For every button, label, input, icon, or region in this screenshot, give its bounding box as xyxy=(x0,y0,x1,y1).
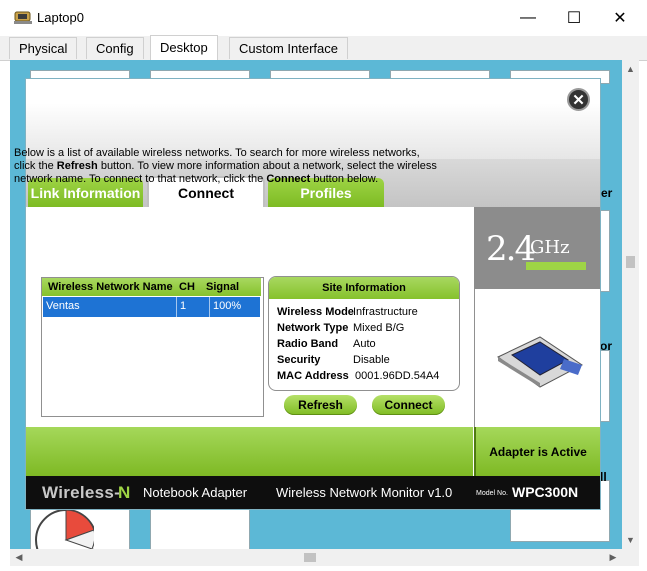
minimize-button[interactable]: — xyxy=(505,0,551,36)
field-label-network-type: Network Type xyxy=(277,322,349,334)
tab-desktop[interactable]: Desktop xyxy=(150,35,218,61)
network-name: Ventas xyxy=(46,300,80,312)
brand-n: N xyxy=(118,483,131,502)
close-icon: ✕ xyxy=(572,91,585,109)
window-title: Laptop0 xyxy=(37,10,84,25)
field-value-mac-address: 0001.96DD.54A4 xyxy=(355,370,440,382)
horizontal-scrollbar[interactable]: ◀ ▶ xyxy=(10,549,622,566)
vertical-scroll-thumb[interactable] xyxy=(626,256,635,268)
network-row[interactable]: Ventas 1 100% xyxy=(43,297,260,317)
site-information-title: Site Information xyxy=(269,277,459,299)
frequency-unit: GHz xyxy=(530,237,570,258)
desktop-label-fragment: er xyxy=(601,186,613,200)
field-label-radio-band: Radio Band xyxy=(277,338,339,350)
connect-button[interactable]: Connect xyxy=(372,395,445,415)
network-channel: 1 xyxy=(180,300,187,312)
column-divider xyxy=(209,297,210,317)
field-value-wireless-mode: Infrastructure xyxy=(353,306,418,318)
field-value-network-type: Mixed B/G xyxy=(353,322,405,334)
app-icon xyxy=(14,11,32,24)
site-information-panel: Site Information Wireless Mode Infrastru… xyxy=(268,276,460,391)
close-window-button[interactable]: ✕ xyxy=(597,0,643,36)
desktop-label-fragment: ll xyxy=(600,470,607,484)
field-label-mac-address: MAC Address xyxy=(277,370,349,382)
field-value-security: Disable xyxy=(353,354,390,366)
close-icon: ✕ xyxy=(613,10,627,27)
brand-notebook-adapter: Notebook Adapter xyxy=(143,485,248,500)
scroll-corner xyxy=(622,549,639,566)
network-list-header: Wireless Network Name CH Signal xyxy=(42,278,261,296)
dialog-footer: Wireless- N Notebook Adapter Wireless Ne… xyxy=(26,476,600,509)
column-header-ch: CH xyxy=(179,281,195,293)
tab-config[interactable]: Config xyxy=(86,37,144,59)
vertical-scrollbar[interactable]: ▲ ▼ xyxy=(622,60,639,549)
maximize-button[interactable]: ☐ xyxy=(551,0,597,36)
maximize-icon: ☐ xyxy=(566,10,582,27)
status-band xyxy=(26,427,473,476)
minimize-icon: — xyxy=(520,9,536,26)
refresh-button[interactable]: Refresh xyxy=(284,395,357,415)
model-label: Model No. xyxy=(476,490,508,497)
dialog-close-button[interactable]: ✕ xyxy=(567,88,590,111)
monitor-version: Wireless Network Monitor v1.0 xyxy=(276,485,453,500)
scroll-down-icon[interactable]: ▼ xyxy=(622,533,639,547)
connect-instructions: Below is a list of available wireless ne… xyxy=(14,147,437,185)
brand-wireless: Wireless- xyxy=(42,483,121,502)
adapter-status: Adapter is Active xyxy=(474,427,600,476)
tab-physical[interactable]: Physical xyxy=(9,37,78,59)
pc-card-icon xyxy=(497,336,583,388)
scroll-left-icon[interactable]: ◀ xyxy=(12,549,26,566)
network-signal: 100% xyxy=(213,300,242,312)
field-label-wireless-mode: Wireless Mode xyxy=(277,306,354,318)
field-value-radio-band: Auto xyxy=(353,338,376,350)
field-label-security: Security xyxy=(277,354,321,366)
horizontal-scroll-thumb[interactable] xyxy=(304,553,316,562)
model-number: WPC300N xyxy=(512,484,579,500)
frequency-accent-bar xyxy=(526,262,586,270)
pie-chart-icon xyxy=(35,509,94,549)
column-divider xyxy=(176,297,177,317)
column-header-signal: Signal xyxy=(206,281,240,293)
tab-custom-interface[interactable]: Custom Interface xyxy=(229,37,348,59)
scroll-up-icon[interactable]: ▲ xyxy=(622,62,639,76)
scroll-right-icon[interactable]: ▶ xyxy=(606,549,620,566)
column-header-name: Wireless Network Name xyxy=(48,281,173,293)
